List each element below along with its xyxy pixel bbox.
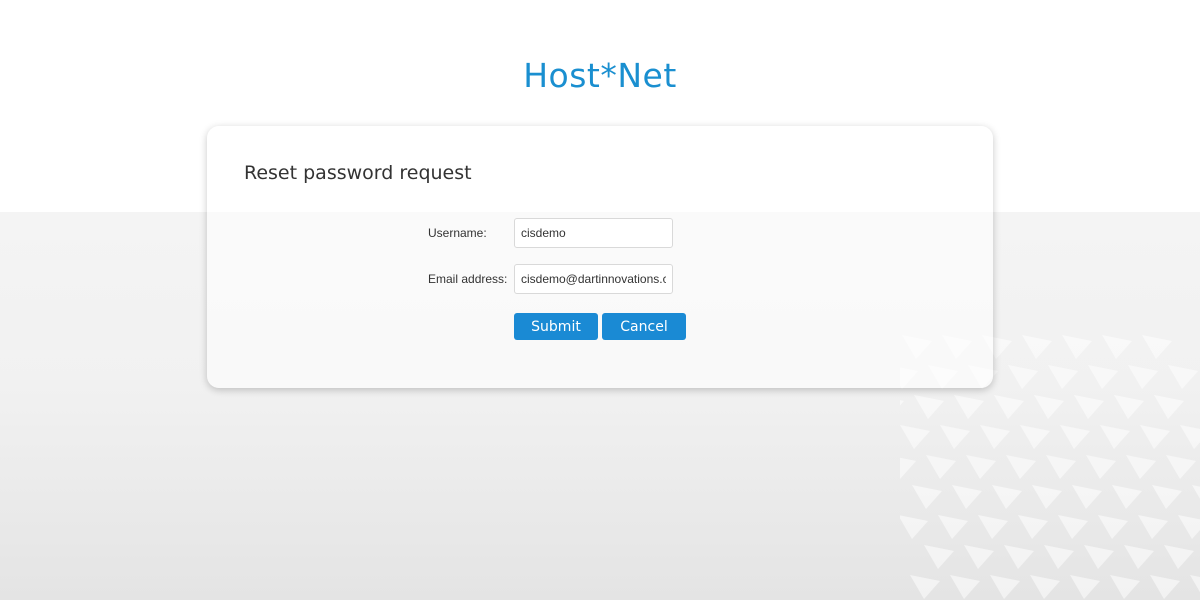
pattern-triangle bbox=[912, 485, 942, 509]
submit-button[interactable]: Submit bbox=[514, 313, 598, 340]
pattern-triangle bbox=[1030, 575, 1060, 599]
pattern-triangle bbox=[914, 395, 944, 419]
pattern-triangle bbox=[1124, 545, 1154, 569]
pattern-triangle bbox=[924, 545, 954, 569]
pattern-triangle bbox=[1006, 455, 1036, 479]
pattern-triangle bbox=[1138, 515, 1168, 539]
pattern-triangle bbox=[940, 425, 970, 449]
pattern-triangle bbox=[1044, 545, 1074, 569]
pattern-triangle bbox=[1168, 365, 1198, 389]
pattern-triangle bbox=[1020, 425, 1050, 449]
pattern-triangle bbox=[1100, 425, 1130, 449]
pattern-triangle bbox=[910, 575, 940, 599]
pattern-triangle bbox=[926, 455, 956, 479]
pattern-triangle bbox=[952, 485, 982, 509]
pattern-triangle bbox=[978, 515, 1008, 539]
pattern-triangle bbox=[1102, 335, 1132, 359]
pattern-triangle bbox=[1166, 455, 1196, 479]
pattern-triangle bbox=[1034, 395, 1064, 419]
pattern-triangle bbox=[1150, 575, 1180, 599]
pattern-triangle bbox=[1008, 365, 1038, 389]
cancel-button[interactable]: Cancel bbox=[602, 313, 686, 340]
email-input[interactable] bbox=[514, 264, 673, 294]
pattern-triangle bbox=[1084, 545, 1114, 569]
pattern-triangle bbox=[900, 457, 916, 479]
pattern-triangle bbox=[980, 425, 1010, 449]
pattern-triangle bbox=[954, 395, 984, 419]
pattern-triangle bbox=[1032, 485, 1062, 509]
reset-password-card: Reset password request Username: Email a… bbox=[207, 126, 993, 388]
pattern-triangle bbox=[966, 455, 996, 479]
pattern-triangle bbox=[1004, 545, 1034, 569]
pattern-triangle bbox=[1192, 485, 1200, 499]
pattern-triangle bbox=[1048, 365, 1078, 389]
pattern-triangle bbox=[938, 515, 968, 539]
host-net-logo: Host*Net bbox=[523, 56, 677, 95]
pattern-triangle bbox=[1164, 545, 1194, 569]
pattern-triangle bbox=[1140, 425, 1170, 449]
pattern-triangle bbox=[900, 515, 928, 539]
pattern-triangle bbox=[1128, 365, 1158, 389]
pattern-triangle bbox=[1060, 425, 1090, 449]
pattern-triangle bbox=[1112, 485, 1142, 509]
pattern-triangle bbox=[1086, 455, 1116, 479]
pattern-triangle bbox=[992, 485, 1022, 509]
pattern-triangle bbox=[1018, 515, 1048, 539]
email-label: Email address: bbox=[428, 272, 508, 286]
page-title: Reset password request bbox=[244, 162, 472, 184]
pattern-triangle bbox=[1072, 485, 1102, 509]
pattern-triangle bbox=[1126, 455, 1156, 479]
pattern-triangle bbox=[1046, 455, 1076, 479]
username-label: Username: bbox=[428, 226, 487, 240]
pattern-triangle bbox=[964, 545, 994, 569]
pattern-triangle bbox=[1070, 575, 1100, 599]
pattern-triangle bbox=[900, 425, 930, 449]
pattern-triangle bbox=[900, 400, 904, 406]
pattern-triangle bbox=[1110, 575, 1140, 599]
pattern-triangle bbox=[990, 575, 1020, 599]
pattern-triangle bbox=[994, 395, 1024, 419]
pattern-triangle bbox=[1062, 335, 1092, 359]
pattern-triangle bbox=[1190, 575, 1200, 593]
username-input[interactable] bbox=[514, 218, 673, 248]
pattern-triangle bbox=[1114, 395, 1144, 419]
pattern-triangle bbox=[1142, 335, 1172, 359]
pattern-triangle bbox=[1154, 395, 1184, 419]
pattern-triangle bbox=[1022, 335, 1052, 359]
pattern-triangle bbox=[1180, 425, 1200, 449]
pattern-triangle bbox=[950, 575, 980, 599]
pattern-triangle bbox=[1178, 515, 1200, 539]
pattern-triangle bbox=[1098, 515, 1128, 539]
pattern-triangle bbox=[1058, 515, 1088, 539]
pattern-triangle bbox=[1088, 365, 1118, 389]
pattern-triangle bbox=[1074, 395, 1104, 419]
pattern-triangle bbox=[1152, 485, 1182, 509]
